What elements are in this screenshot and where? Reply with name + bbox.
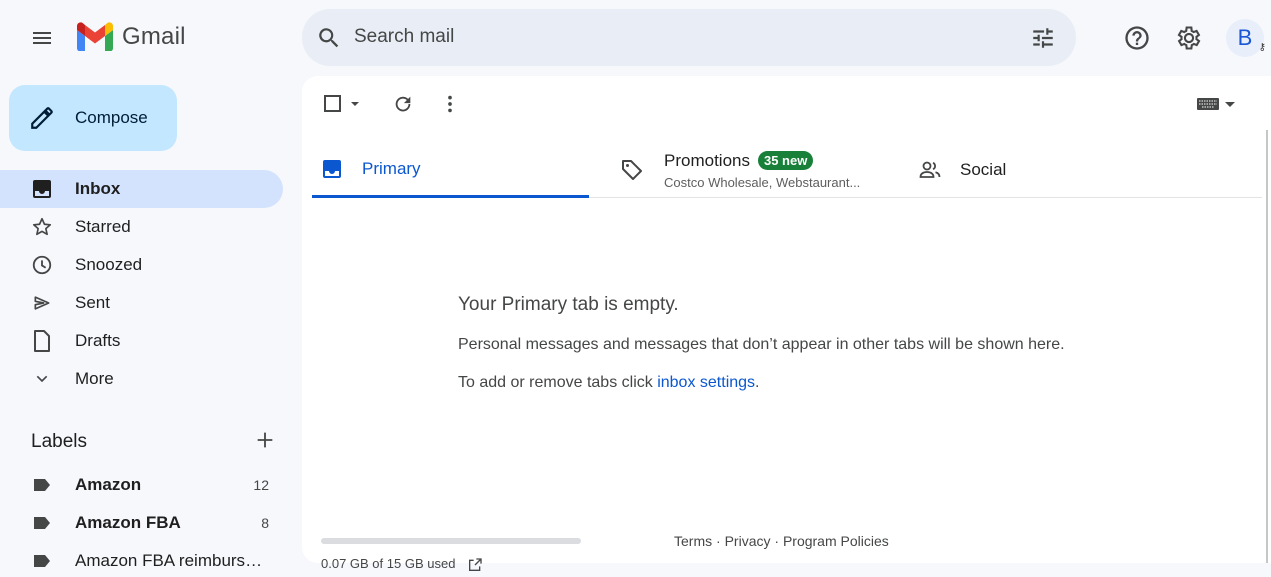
external-link-icon[interactable] (467, 557, 483, 573)
inbox-icon (31, 178, 53, 200)
more-vert-icon (448, 95, 452, 113)
sidebar-item-sent[interactable]: Sent (0, 284, 283, 322)
sidebar-item-drafts[interactable]: Drafts (0, 322, 283, 360)
search-icon[interactable] (316, 25, 342, 56)
sidebar-item-label: Drafts (75, 331, 121, 350)
promotions-senders: Costco Wholesale, Webstaurant... (664, 174, 861, 190)
caret-down-icon (1225, 102, 1235, 107)
main-menu-button[interactable] (22, 18, 62, 58)
search-bar (302, 9, 1076, 66)
footer-separator: · (770, 533, 783, 549)
people-icon (919, 161, 941, 178)
gear-icon (1177, 26, 1201, 50)
tab-promotions[interactable]: Promotions 35 new Costco Wholesale, Webs… (612, 142, 892, 198)
tab-label: Primary (362, 158, 421, 178)
main-scrollbar[interactable] (1266, 130, 1268, 563)
refresh-icon (395, 96, 411, 112)
mail-toolbar (302, 76, 1271, 132)
empty-state: Your Primary tab is empty. Personal mess… (458, 294, 1065, 392)
terms-link[interactable]: Terms (674, 533, 712, 549)
sidebar-item-more[interactable]: More (0, 360, 283, 398)
help-icon (1125, 26, 1149, 50)
account-avatar[interactable]: B ⚷ (1226, 19, 1266, 57)
label-count: 12 (253, 477, 269, 493)
search-options-icon[interactable] (1030, 25, 1056, 56)
inbox-icon (323, 159, 341, 178)
inbox-settings-link[interactable]: inbox settings (657, 374, 755, 391)
inbox-tabs: Primary Promotions 35 new Costco Wholesa… (312, 142, 1262, 198)
keyboard-icon (1197, 98, 1219, 110)
main-panel: Primary Promotions 35 new Costco Wholesa… (302, 76, 1271, 571)
avatar-letter: B (1237, 25, 1253, 50)
add-label-button[interactable] (254, 429, 276, 456)
storage-text: 0.07 GB of 15 GB used (321, 556, 456, 571)
storage-usage: 0.07 GB of 15 GB used (321, 556, 483, 573)
search-input[interactable] (354, 23, 1004, 51)
sidebar-item-snoozed[interactable]: Snoozed (0, 246, 283, 284)
sidebar-item-inbox[interactable]: Inbox (0, 170, 283, 208)
sidebar-item-label: More (75, 369, 114, 388)
sidebar-item-starred[interactable]: Starred (0, 208, 283, 246)
label-list: Amazon 12 Amazon FBA 8 Amazon FBA reimbu… (0, 466, 283, 577)
storage-bar (321, 538, 581, 544)
compose-button[interactable]: Compose (9, 85, 177, 151)
tab-label: Social (960, 160, 1007, 179)
label-name: Amazon FBA (75, 513, 181, 532)
tab-label: Promotions (664, 150, 750, 170)
plus-icon (257, 432, 273, 447)
label-item-amazon[interactable]: Amazon 12 (0, 466, 283, 504)
footer-links: Terms · Privacy · Program Policies (674, 533, 889, 549)
label-tag-icon (34, 517, 50, 529)
empty-title: Your Primary tab is empty. (458, 294, 679, 315)
tag-icon (622, 160, 642, 180)
empty-hint: To add or remove tabs click inbox settin… (458, 374, 1065, 392)
more-options-button[interactable] (439, 92, 461, 116)
sidebar-item-label: Starred (75, 217, 131, 236)
tab-social[interactable]: Social (910, 142, 1190, 198)
pencil-icon (31, 107, 53, 129)
empty-description: Personal messages and messages that don’… (458, 336, 1065, 353)
star-icon (31, 216, 53, 238)
gmail-m-icon (77, 22, 113, 51)
support-button[interactable] (1121, 22, 1153, 54)
sidebar-item-label: Inbox (75, 179, 121, 198)
gmail-logo[interactable]: Gmail (76, 22, 186, 51)
app-name: Gmail (122, 22, 186, 50)
hamburger-menu-icon (33, 32, 51, 44)
labels-title: Labels (31, 431, 87, 452)
label-name: Amazon (75, 475, 142, 494)
settings-button[interactable] (1173, 22, 1205, 54)
program-policies-link[interactable]: Program Policies (783, 533, 889, 549)
new-count-badge: 35 new (757, 151, 814, 170)
label-name: Amazon FBA reimburse... (75, 551, 265, 570)
labels-header: Labels (31, 428, 276, 456)
caret-down-icon (351, 102, 359, 106)
clock-icon (31, 254, 53, 276)
privacy-link[interactable]: Privacy (725, 533, 771, 549)
hint-prefix: To add or remove tabs click (458, 374, 658, 391)
label-tag-icon (34, 555, 50, 567)
sidebar-nav: Inbox Starred Snoozed Sent Drafts More (0, 170, 283, 398)
checkbox-icon (324, 95, 341, 112)
sidebar-item-label: Sent (75, 293, 110, 312)
top-bar: Gmail B ⚷ (0, 0, 1271, 76)
select-all-checkbox[interactable] (322, 92, 362, 116)
chevron-down-icon (31, 368, 53, 390)
tab-primary[interactable]: Primary (312, 142, 589, 198)
draft-icon (31, 330, 53, 352)
footer-separator: · (712, 533, 725, 549)
send-icon (31, 292, 53, 314)
label-item-amazon-fba[interactable]: Amazon FBA 8 (0, 504, 283, 542)
compose-label: Compose (75, 108, 148, 127)
hint-suffix: . (755, 374, 760, 391)
label-item-amazon-fba-reimburse[interactable]: Amazon FBA reimburse... (0, 542, 283, 577)
label-tag-icon (34, 479, 50, 491)
input-tools-button[interactable] (1197, 92, 1237, 116)
key-icon: ⚷ (1258, 42, 1266, 53)
refresh-button[interactable] (392, 92, 414, 116)
sidebar-item-label: Snoozed (75, 255, 143, 274)
label-count: 8 (261, 515, 269, 531)
